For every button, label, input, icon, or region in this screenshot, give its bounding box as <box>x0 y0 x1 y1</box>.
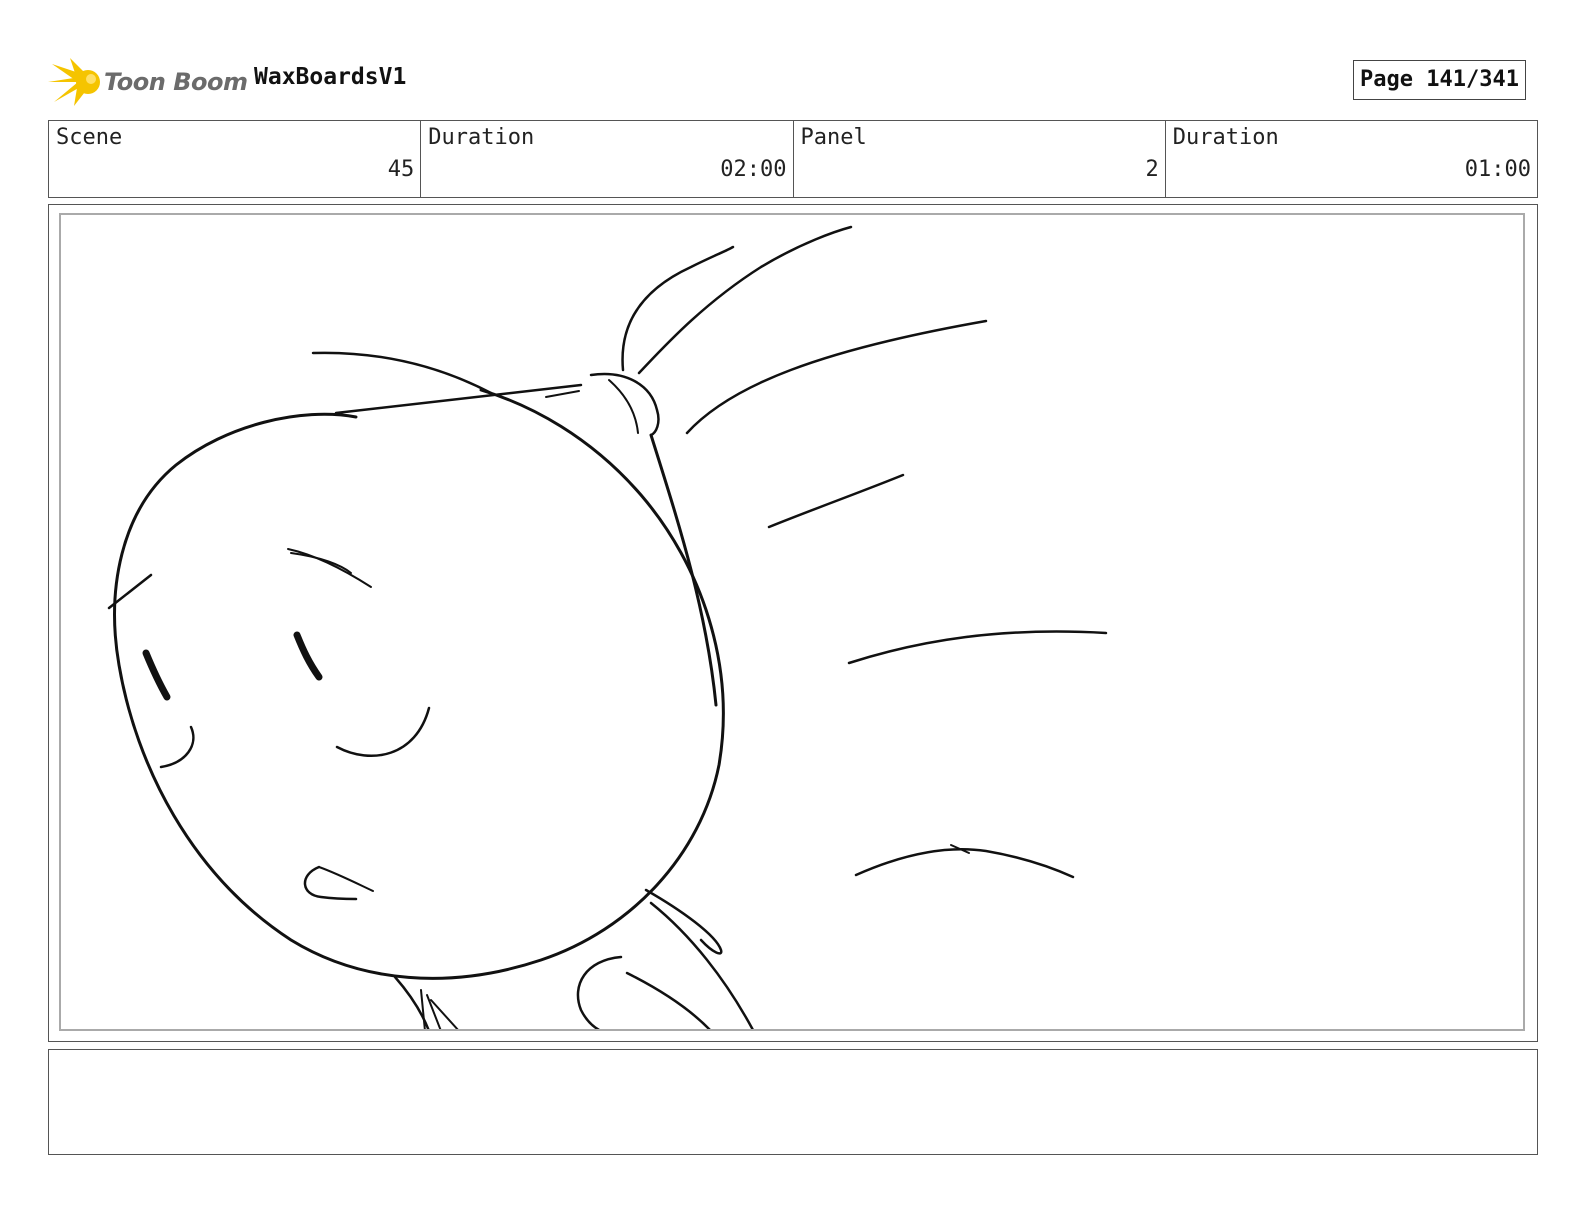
toon-boom-star-icon <box>48 58 100 106</box>
ponytail-strand-1 <box>621 245 735 372</box>
sketch-drawing <box>107 225 1108 1029</box>
storyboard-panel-image <box>59 213 1525 1031</box>
smile-stroke <box>335 706 431 758</box>
speed-line-4 <box>854 848 1075 879</box>
eye-left-stroke <box>142 649 171 701</box>
scene-cell: Scene 45 <box>49 121 422 197</box>
arm-stroke <box>576 955 623 1029</box>
body-stroke <box>649 901 754 1029</box>
toon-boom-logo: Toon Boom <box>48 56 248 106</box>
panel-duration-cell: Duration 01:00 <box>1166 121 1537 197</box>
project-title: WaxBoardsV1 <box>254 64 407 90</box>
page-header: Toon Boom WaxBoardsV1 Page 141/341 <box>48 50 1538 112</box>
panel-duration-label: Duration <box>1172 125 1279 150</box>
speed-line-2 <box>767 473 905 529</box>
hair-top-stroke <box>311 351 493 395</box>
speed-line-1 <box>685 319 988 435</box>
panel-label: Panel <box>800 125 867 150</box>
arm-stroke-2 <box>625 971 711 1029</box>
hair-band-stroke-2 <box>545 390 580 398</box>
panel-duration-value: 01:00 <box>1464 157 1531 182</box>
scene-duration-cell: Duration 02:00 <box>421 121 794 197</box>
logo-text: Toon Boom <box>104 68 248 96</box>
hair-band-stroke <box>334 383 583 415</box>
page-number: Page 141/341 <box>1353 60 1526 100</box>
hair-tie-stroke <box>589 372 660 437</box>
shoulder-stroke <box>644 888 723 955</box>
storyboard-panel-frame <box>48 204 1538 1042</box>
neck-line-stroke <box>649 433 718 707</box>
scene-duration-label: Duration <box>428 125 535 150</box>
hair-tie-stroke-2 <box>608 379 639 434</box>
scene-label: Scene <box>56 125 123 150</box>
cheek-stroke <box>159 725 195 769</box>
head-outline-stroke <box>113 388 725 980</box>
ponytail-strand-2 <box>637 225 853 375</box>
scene-duration-value: 02:00 <box>720 157 787 182</box>
scene-value: 45 <box>387 157 415 182</box>
chin-stroke-2 <box>318 866 374 892</box>
eye-right-stroke <box>293 631 323 681</box>
panel-cell: Panel 2 <box>794 121 1166 197</box>
panel-value: 2 <box>1145 157 1159 182</box>
notes-box <box>48 1049 1538 1155</box>
speed-line-3 <box>847 630 1108 665</box>
scene-info-table: Scene 45 Duration 02:00 Panel 2 Duration… <box>48 120 1538 198</box>
